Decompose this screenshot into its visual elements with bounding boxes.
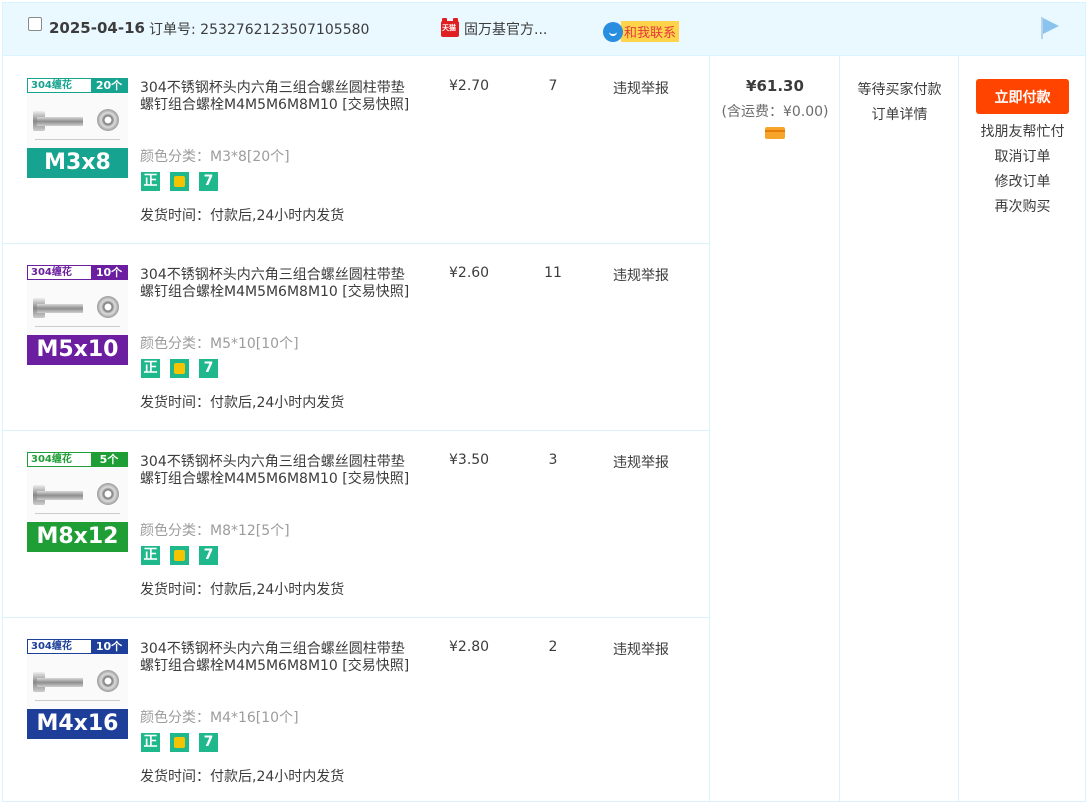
unit-price: ¥2.60: [449, 265, 490, 281]
thumb-brand: 304缠花: [31, 641, 72, 652]
seven-day-return-badge-icon[interactable]: 7: [199, 546, 218, 565]
thumb-size: M3x8: [27, 148, 128, 178]
ship-time: 发货时间：付款后,24小时内发货: [140, 395, 345, 411]
guarantee-badge-icon[interactable]: [170, 733, 189, 752]
thumb-size: M8x12: [27, 522, 128, 552]
order-date: 2025-04-16: [49, 19, 145, 37]
actions-column: 立即付款 找朋友帮忙付 取消订单 修改订单 再次购买: [958, 56, 1086, 801]
service-badges: 正 7: [141, 172, 218, 191]
thumb-banner: 304缠花 5个: [27, 452, 128, 467]
status-column: 等待买家付款 订单详情: [839, 56, 959, 801]
ship-time: 发货时间：付款后,24小时内发货: [140, 582, 345, 598]
modify-order-link[interactable]: 修改订单: [959, 170, 1086, 195]
product-title-link[interactable]: 304不锈钢杯头内六角三组合螺丝圆柱带垫螺钉组合螺栓M4M5M6M8M10 [交…: [140, 267, 415, 301]
order-detail-link[interactable]: 订单详情: [840, 103, 959, 128]
credit-card-icon: [765, 127, 785, 139]
order-status: 等待买家付款: [857, 82, 942, 98]
service-badges: 正 7: [141, 546, 218, 565]
seven-day-return-badge-icon[interactable]: 7: [199, 172, 218, 191]
genuine-badge-icon[interactable]: 正: [141, 172, 160, 191]
order-card: 2025-04-16 订单号: 2532762123507105580 天猫 固…: [2, 2, 1086, 802]
unit-price: ¥2.70: [449, 78, 490, 94]
report-link[interactable]: 违规举报: [613, 265, 669, 285]
checkbox-icon[interactable]: [28, 17, 42, 31]
order-item-row: 304缠花 10个 M5x10 304不锈钢杯头内六角三组合螺丝圆柱带垫螺钉组合螺…: [3, 243, 709, 431]
shop-link[interactable]: 天猫 固万基官方...: [441, 18, 547, 39]
shipping-fee: (含运费：¥0.00): [721, 104, 829, 120]
flag-icon[interactable]: [1041, 17, 1061, 39]
shop-name[interactable]: 固万基官方...: [464, 19, 547, 39]
thumb-brand: 304缠花: [31, 454, 72, 465]
total-column: ¥61.30 (含运费：¥0.00): [709, 56, 840, 801]
tmall-icon: 天猫: [441, 18, 459, 37]
cancel-order-link[interactable]: 取消订单: [959, 145, 1086, 170]
genuine-badge-icon[interactable]: 正: [141, 359, 160, 378]
product-sku: 颜色分类：M5*10[10个]: [140, 336, 299, 352]
thumb-count: 5个: [91, 452, 127, 467]
order-item-row: 304缠花 20个 M3x8 304不锈钢杯头内六角三组合螺丝圆柱带垫螺钉组合螺栓…: [3, 56, 709, 244]
bolt-image: [27, 280, 128, 335]
product-title-link[interactable]: 304不锈钢杯头内六角三组合螺丝圆柱带垫螺钉组合螺栓M4M5M6M8M10 [交…: [140, 80, 415, 114]
ask-friend-pay-link[interactable]: 找朋友帮忙付: [959, 120, 1086, 145]
thumb-banner: 304缠花 20个: [27, 78, 128, 93]
thumb-banner: 304缠花 10个: [27, 639, 128, 654]
thumb-brand: 304缠花: [31, 267, 72, 278]
thumb-size: M4x16: [27, 709, 128, 739]
product-sku: 颜色分类：M8*12[5个]: [140, 523, 290, 539]
order-header: 2025-04-16 订单号: 2532762123507105580 天猫 固…: [3, 3, 1085, 56]
bolt-image: [27, 93, 128, 148]
thumb-brand: 304缠花: [31, 80, 72, 91]
guarantee-badge-icon[interactable]: [170, 546, 189, 565]
order-item-row: 304缠花 5个 M8x12 304不锈钢杯头内六角三组合螺丝圆柱带垫螺钉组合螺栓…: [3, 430, 709, 618]
ship-time: 发货时间：付款后,24小时内发货: [140, 208, 345, 224]
product-sku: 颜色分类：M3*8[20个]: [140, 149, 290, 165]
quantity: 2: [548, 639, 558, 655]
report-link[interactable]: 违规举报: [613, 452, 669, 472]
ship-time: 发货时间：付款后,24小时内发货: [140, 769, 345, 785]
product-thumbnail[interactable]: 304缠花 5个 M8x12: [27, 452, 128, 552]
seven-day-return-badge-icon[interactable]: 7: [199, 359, 218, 378]
product-title-link[interactable]: 304不锈钢杯头内六角三组合螺丝圆柱带垫螺钉组合螺栓M4M5M6M8M10 [交…: [140, 641, 415, 675]
unit-price: ¥3.50: [449, 452, 490, 468]
guarantee-badge-icon[interactable]: [170, 172, 189, 191]
thumb-banner: 304缠花 10个: [27, 265, 128, 280]
order-item-row: 304缠花 10个 M4x16 304不锈钢杯头内六角三组合螺丝圆柱带垫螺钉组合螺…: [3, 617, 709, 804]
quantity: 7: [548, 78, 558, 94]
bolt-image: [27, 654, 128, 709]
genuine-badge-icon[interactable]: 正: [141, 733, 160, 752]
quantity: 3: [548, 452, 558, 468]
unit-price: ¥2.80: [449, 639, 490, 655]
product-thumbnail[interactable]: 304缠花 20个 M3x8: [27, 78, 128, 178]
thumb-count: 10个: [91, 639, 127, 654]
report-link[interactable]: 违规举报: [613, 78, 669, 98]
service-badges: 正 7: [141, 733, 218, 752]
product-sku: 颜色分类：M4*16[10个]: [140, 710, 299, 726]
buy-again-link[interactable]: 再次购买: [959, 195, 1086, 220]
product-title-link[interactable]: 304不锈钢杯头内六角三组合螺丝圆柱带垫螺钉组合螺栓M4M5M6M8M10 [交…: [140, 454, 415, 488]
bolt-image: [27, 467, 128, 522]
thumb-count: 20个: [91, 78, 127, 93]
report-link[interactable]: 违规举报: [613, 639, 669, 659]
order-number: 订单号: 2532762123507105580: [149, 22, 370, 38]
product-thumbnail[interactable]: 304缠花 10个 M5x10: [27, 265, 128, 365]
contact-label[interactable]: 和我联系: [621, 21, 680, 42]
product-thumbnail[interactable]: 304缠花 10个 M4x16: [27, 639, 128, 739]
seven-day-return-badge-icon[interactable]: 7: [199, 733, 218, 752]
wangwang-chat-icon: [603, 21, 623, 42]
thumb-count: 10个: [91, 265, 127, 280]
thumb-size: M5x10: [27, 335, 128, 365]
genuine-badge-icon[interactable]: 正: [141, 546, 160, 565]
pay-now-button[interactable]: 立即付款: [976, 79, 1069, 114]
guarantee-badge-icon[interactable]: [170, 359, 189, 378]
contact-seller-button[interactable]: 和我联系: [603, 21, 680, 42]
quantity: 11: [544, 265, 562, 281]
service-badges: 正 7: [141, 359, 218, 378]
order-total: ¥61.30: [746, 77, 804, 95]
